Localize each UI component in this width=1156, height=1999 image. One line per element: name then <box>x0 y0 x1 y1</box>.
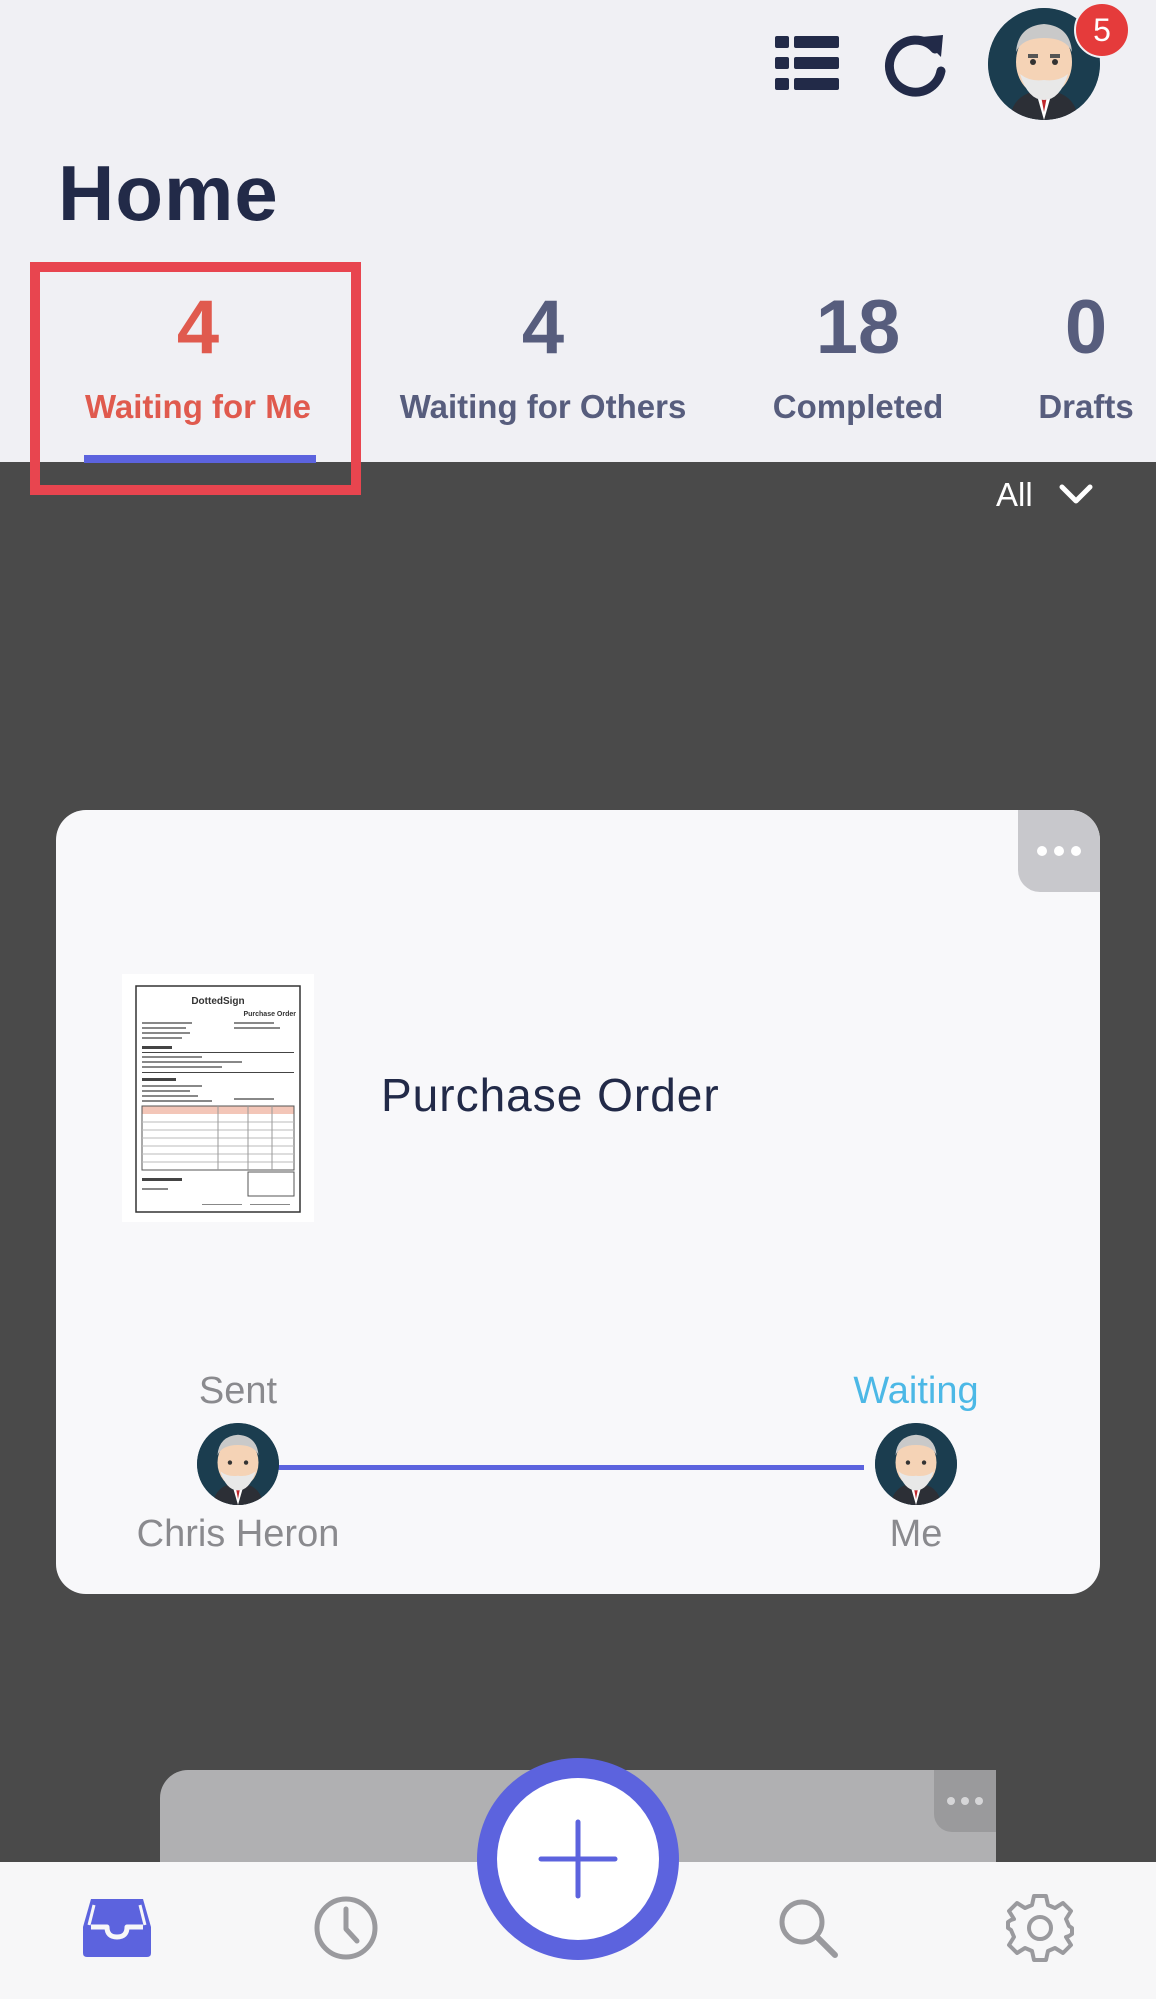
recipient-node: Waiting Me <box>816 1370 1016 1556</box>
thumbnail-subtitle: Purchase Order <box>243 1011 296 1018</box>
tab-label: Waiting for Others <box>399 388 687 425</box>
recipient-status: Waiting <box>853 1370 979 1412</box>
filter-label: All <box>996 476 1033 513</box>
tab-label: Completed <box>772 388 944 425</box>
add-document-button[interactable] <box>497 1778 659 1940</box>
document-title: Purchase Order <box>381 1069 720 1121</box>
recipient-avatar <box>875 1423 957 1505</box>
inbox-icon[interactable] <box>77 1888 157 1968</box>
top-toolbar: 5 <box>0 0 1156 150</box>
list-icon[interactable] <box>772 28 842 98</box>
thumbnail-title: DottedSign <box>191 996 244 1007</box>
page-title: Home <box>58 149 279 237</box>
document-thumbnail: DottedSign Purchase Order <box>122 974 314 1222</box>
gear-icon[interactable] <box>1000 1888 1080 1968</box>
sender-avatar <box>197 1423 279 1505</box>
recipient-name: Me <box>889 1513 943 1555</box>
notification-badge: 5 <box>1074 2 1130 58</box>
highlight-box <box>30 262 361 495</box>
sender-name: Chris Heron <box>136 1513 340 1555</box>
sender-status: Sent <box>198 1370 278 1412</box>
tab-label: Drafts <box>1038 388 1134 425</box>
sender-node: Sent Chris Heron <box>118 1370 358 1556</box>
tab-completed[interactable]: 18 Completed <box>760 290 956 426</box>
chevron-down-icon <box>1059 484 1093 506</box>
tab-count: 18 <box>815 285 901 370</box>
clock-icon[interactable] <box>306 1888 386 1968</box>
tab-drafts[interactable]: 0 Drafts <box>1018 290 1154 426</box>
tab-waiting-for-others[interactable]: 4 Waiting for Others <box>395 290 691 426</box>
search-icon[interactable] <box>768 1888 848 1968</box>
refresh-icon[interactable] <box>878 26 954 102</box>
tab-count: 0 <box>1064 285 1108 370</box>
plus-icon <box>538 1819 618 1899</box>
more-options-icon[interactable] <box>934 1770 996 1832</box>
filter-dropdown[interactable]: All <box>996 470 1093 520</box>
tab-count: 4 <box>521 285 565 370</box>
document-card[interactable]: DottedSign Purchase Order Purchase Order… <box>56 810 1100 1594</box>
more-options-icon[interactable] <box>1018 810 1100 892</box>
